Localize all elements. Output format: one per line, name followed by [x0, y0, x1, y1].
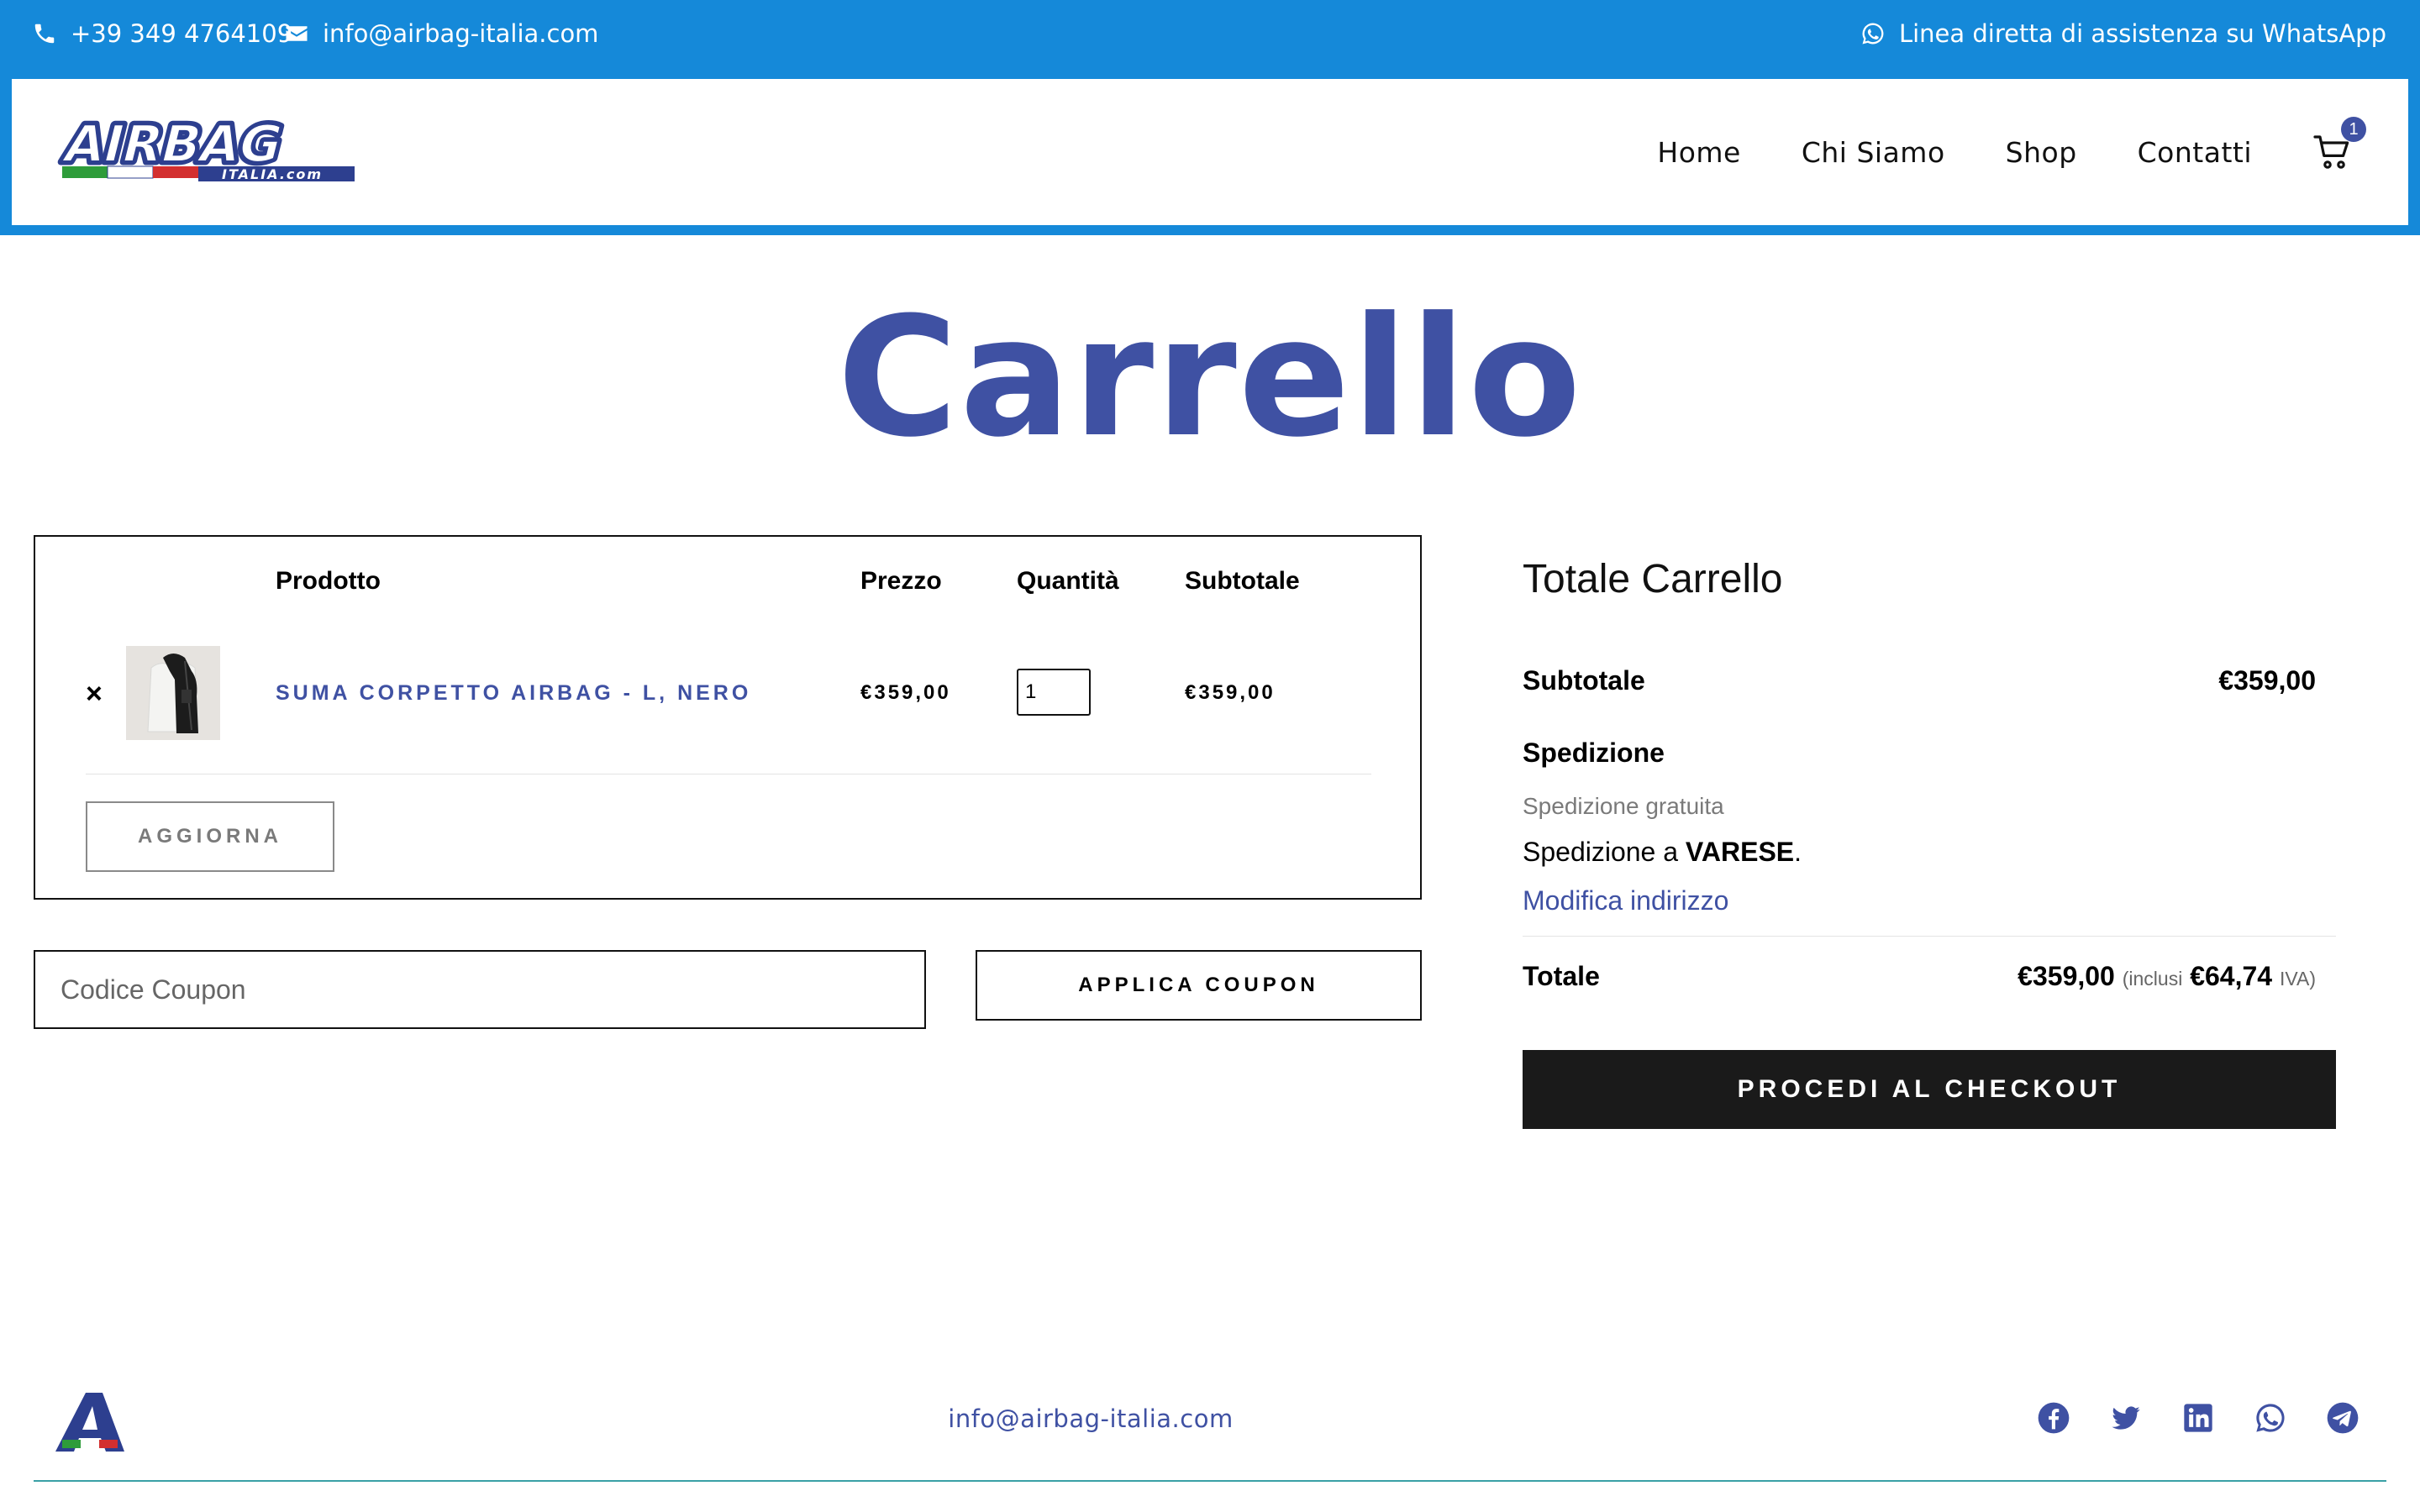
product-name-link[interactable]: SUMA CORPETTO AIRBAG - L, NERO: [276, 681, 751, 706]
phone-number: +39 349 4764109: [71, 19, 293, 48]
logo-subtext: ITALIA.com: [222, 166, 323, 182]
tax-value: €64,74: [2190, 961, 2273, 991]
cart-button[interactable]: 1: [2312, 117, 2366, 172]
linkedin-link[interactable]: [2181, 1401, 2215, 1435]
nav-contatti[interactable]: Contatti: [2138, 136, 2252, 169]
shipping-destination-prefix: Spedizione a: [1523, 837, 1686, 867]
telegram-link[interactable]: [2326, 1401, 2360, 1435]
facebook-link[interactable]: [2037, 1401, 2070, 1435]
column-header-quantity: Quantità: [1017, 567, 1119, 595]
phone-link[interactable]: +39 349 4764109: [32, 0, 292, 67]
whatsapp-icon: [2256, 1404, 2285, 1432]
shipping-label: Spedizione: [1523, 738, 1665, 768]
main-nav: Home Chi Siamo Shop Contatti 1: [1657, 79, 2408, 225]
subtotal-label: Subtotale: [1523, 665, 1645, 696]
subtotal-value: €359,00: [2218, 665, 2316, 696]
item-price: €359,00: [860, 681, 951, 704]
column-header-price: Prezzo: [860, 567, 942, 595]
logo-text: AIRBAG: [58, 118, 288, 174]
nav-shop[interactable]: Shop: [2006, 136, 2077, 169]
quantity-input[interactable]: 1: [1017, 669, 1091, 716]
item-subtotal: €359,00: [1185, 681, 1276, 704]
tax-prefix: (inclusi: [2122, 968, 2183, 990]
remove-item-button[interactable]: ×: [86, 678, 103, 711]
total-amount: €359,00 (inclusi €64,74 IVA): [2018, 961, 2316, 992]
whatsapp-footer-link[interactable]: [2254, 1401, 2287, 1435]
twitter-icon: [2112, 1406, 2140, 1430]
shipping-destination: Spedizione a VARESE.: [1523, 837, 1802, 868]
cart-count-badge: 1: [2341, 117, 2366, 142]
site-header: AIRBAG AIRBAG ITALIA.com Home Chi Siamo …: [12, 79, 2408, 225]
totals-divider: [1523, 936, 2336, 937]
telegram-icon: [2327, 1402, 2359, 1434]
phone-icon: [34, 24, 55, 44]
whatsapp-label: Linea diretta di assistenza su WhatsApp: [1898, 19, 2386, 48]
column-header-subtotal: Subtotale: [1185, 567, 1300, 595]
nav-chi-siamo[interactable]: Chi Siamo: [1802, 136, 1945, 169]
nav-home[interactable]: Home: [1657, 136, 1740, 169]
footer-email-link[interactable]: info@airbag-italia.com: [0, 1404, 2181, 1433]
proceed-to-checkout-button[interactable]: PROCEDI AL CHECKOUT: [1523, 1050, 2336, 1129]
total-label: Totale: [1523, 961, 1600, 991]
total-value: €359,00: [2018, 961, 2115, 991]
coupon-code-input[interactable]: Codice Coupon: [34, 950, 926, 1029]
whatsapp-icon: [1862, 23, 1884, 45]
column-header-product: Prodotto: [276, 567, 381, 595]
twitter-link[interactable]: [2109, 1401, 2143, 1435]
email-link[interactable]: info@airbag-italia.com: [284, 0, 598, 67]
email-address: info@airbag-italia.com: [323, 19, 599, 48]
change-address-link[interactable]: Modifica indirizzo: [1523, 885, 1728, 916]
cart-totals-title: Totale Carrello: [1523, 557, 1783, 601]
header-frame: AIRBAG AIRBAG ITALIA.com Home Chi Siamo …: [0, 79, 2420, 235]
tax-suffix: IVA): [2279, 968, 2316, 990]
site-logo[interactable]: AIRBAG AIRBAG ITALIA.com: [54, 118, 363, 186]
footer-divider: [34, 1480, 2386, 1482]
apply-coupon-button[interactable]: APPLICA COUPON: [976, 950, 1422, 1021]
linkedin-icon: [2184, 1404, 2212, 1432]
shipping-method: Spedizione gratuita: [1523, 793, 1724, 819]
shipping-destination-suffix: .: [1794, 837, 1802, 867]
whatsapp-link[interactable]: Linea diretta di assistenza su WhatsApp: [1860, 0, 2386, 67]
envelope-icon: [286, 26, 308, 41]
social-links: [1998, 1401, 2360, 1435]
product-thumbnail[interactable]: [126, 646, 220, 740]
update-cart-button[interactable]: AGGIORNA: [86, 801, 334, 872]
facebook-icon: [2038, 1402, 2070, 1434]
top-bar: +39 349 4764109 info@airbag-italia.com L…: [0, 0, 2420, 79]
cart-table: Prodotto Prezzo Quantità Subtotale × SUM…: [34, 535, 1422, 900]
page-title: Carrello: [837, 282, 1583, 474]
shipping-city: VARESE: [1685, 837, 1795, 867]
